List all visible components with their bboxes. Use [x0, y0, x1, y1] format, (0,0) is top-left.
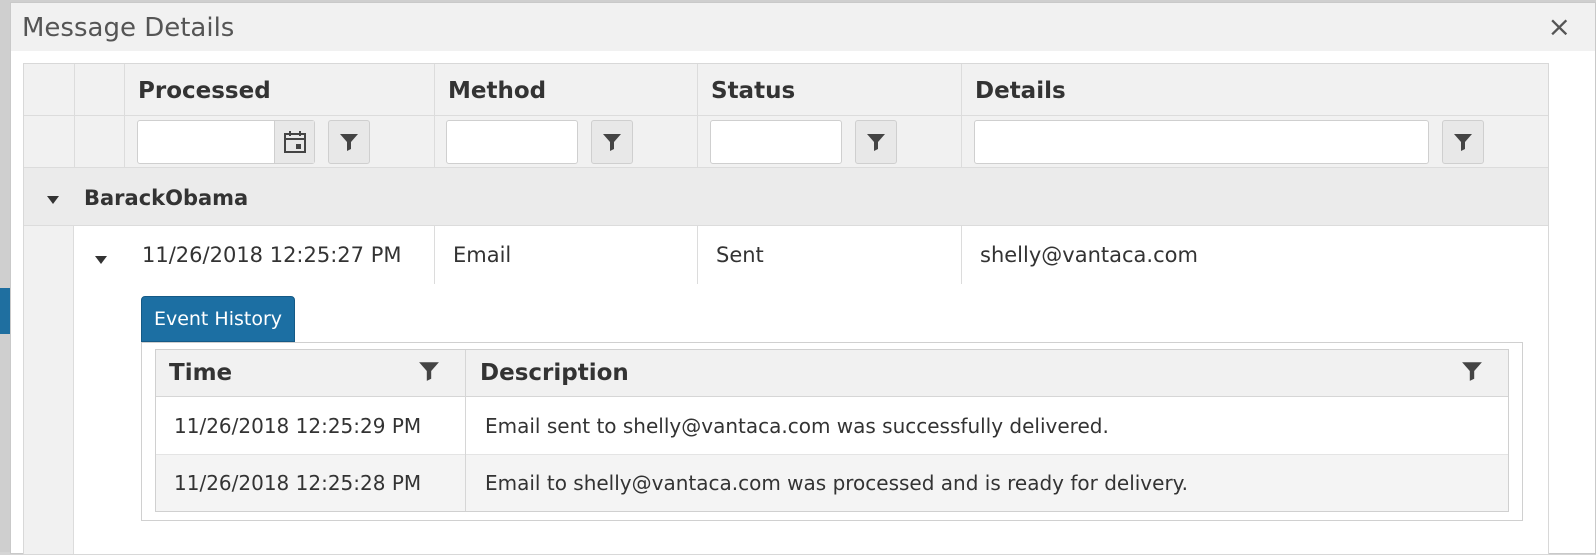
method-filter-input[interactable]: [446, 120, 578, 164]
calendar-icon[interactable]: [274, 121, 314, 163]
grid-divider: [124, 64, 125, 168]
grid-divider: [961, 226, 962, 284]
cell-details: shelly@vantaca.com: [980, 243, 1198, 267]
column-header-details[interactable]: Details: [975, 78, 1066, 104]
cell-status: Sent: [716, 243, 764, 267]
event-history-grid: Time Description 11/26/2018 12:25:29 PM …: [155, 349, 1509, 512]
grid-divider: [434, 226, 435, 284]
event-history-panel: Time Description 11/26/2018 12:25:29 PM …: [141, 342, 1523, 521]
filter-icon: [603, 134, 621, 151]
cell-method: Email: [453, 243, 512, 267]
status-filter-input[interactable]: [710, 120, 842, 164]
cell-description: Email sent to shelly@vantaca.com was suc…: [485, 414, 1109, 438]
grid-divider: [697, 226, 698, 284]
grid-divider: [74, 64, 75, 168]
cell-description: Email to shelly@vantaca.com was processe…: [485, 471, 1189, 495]
close-icon[interactable]: ×: [1548, 13, 1571, 41]
processed-filter-button[interactable]: [328, 120, 370, 164]
column-header-status[interactable]: Status: [711, 78, 795, 104]
group-label: BarackObama: [84, 186, 249, 210]
cell-processed: 11/26/2018 12:25:27 PM: [142, 243, 402, 267]
event-history-header: Time Description: [156, 350, 1508, 397]
column-header-processed[interactable]: Processed: [138, 78, 271, 104]
caret-down-icon[interactable]: [94, 250, 108, 269]
tab-event-history[interactable]: Event History: [141, 296, 295, 342]
group-indent: [24, 226, 74, 554]
column-header-time[interactable]: Time: [169, 360, 232, 386]
details-filter-button[interactable]: [1442, 120, 1484, 164]
table-row[interactable]: 11/26/2018 12:25:27 PM Email Sent shelly…: [74, 226, 1548, 284]
filter-icon[interactable]: [1461, 360, 1483, 386]
dialog-header: Message Details ×: [11, 3, 1595, 51]
message-details-dialog: Message Details × Processed Method Statu…: [10, 2, 1596, 555]
column-header-method[interactable]: Method: [448, 78, 546, 104]
column-header-description[interactable]: Description: [480, 360, 629, 386]
caret-down-icon[interactable]: [46, 190, 60, 209]
cell-time: 11/26/2018 12:25:28 PM: [174, 471, 422, 495]
dialog-title: Message Details: [22, 13, 235, 43]
filter-icon: [340, 134, 358, 151]
grid-divider: [961, 64, 962, 168]
filter-icon: [1454, 134, 1472, 151]
grid-divider: [697, 64, 698, 168]
grid-divider: [465, 350, 466, 511]
grid-header-row: Processed Method Status Details: [24, 64, 1548, 116]
table-row[interactable]: 11/26/2018 12:25:28 PM Email to shelly@v…: [156, 455, 1508, 511]
filter-icon[interactable]: [418, 360, 440, 386]
status-filter-button[interactable]: [855, 120, 897, 164]
grid-divider: [434, 64, 435, 168]
filter-icon: [867, 134, 885, 151]
method-filter-button[interactable]: [591, 120, 633, 164]
cell-time: 11/26/2018 12:25:29 PM: [174, 414, 422, 438]
group-row: BarackObama: [24, 168, 1548, 226]
details-filter-input[interactable]: [974, 120, 1429, 164]
table-row[interactable]: 11/26/2018 12:25:29 PM Email sent to she…: [156, 398, 1508, 455]
